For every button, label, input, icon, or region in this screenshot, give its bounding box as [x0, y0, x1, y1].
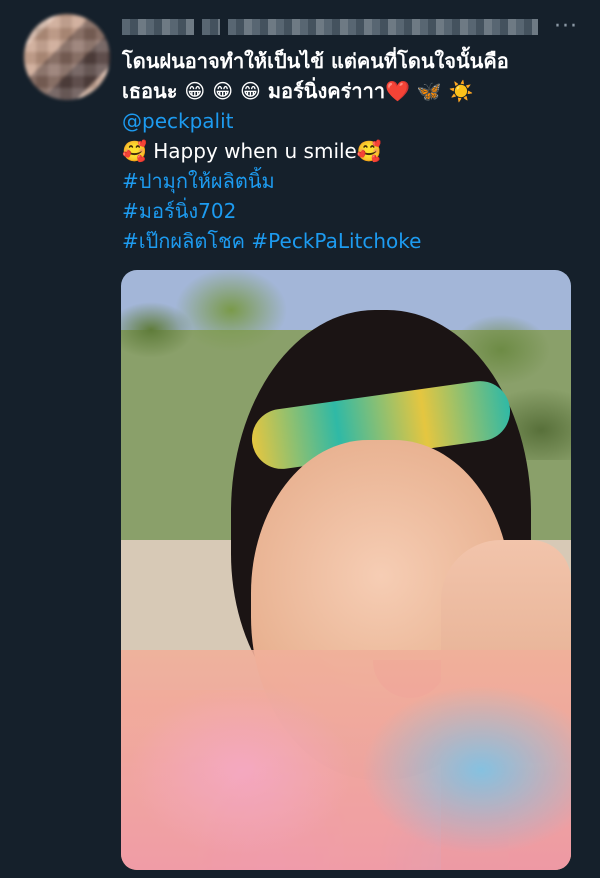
- tweet-line-2: เธอนะ 😁 😁 😁 มอร์นิ่งคร่าาา❤️ 🦋 ☀️: [122, 79, 474, 103]
- display-name[interactable]: [122, 19, 194, 35]
- hashtag-1[interactable]: #ปามุกให้ผลิตนิ้ม: [122, 166, 562, 196]
- username-date: [228, 19, 538, 35]
- avatar[interactable]: [24, 14, 110, 100]
- hashtag-2[interactable]: #มอร์นิ่ง702: [122, 196, 562, 226]
- hashtag-3[interactable]: #เป๊กผลิตโชค #PeckPaLitchoke: [122, 226, 562, 256]
- author-info: [122, 16, 538, 38]
- tweet-line-1: โดนฝนอาจทำให้เป็นไข้ แต่คนที่โดนใจนั้นคื…: [122, 49, 509, 73]
- happy-line: 🥰 Happy when u smile🥰: [122, 139, 382, 163]
- photo-shirt: [121, 650, 571, 870]
- verified-badge: [202, 19, 220, 35]
- more-options-icon[interactable]: ···: [554, 14, 578, 39]
- mention-link[interactable]: @peckpalit: [122, 106, 562, 136]
- tweet-photo[interactable]: [121, 270, 571, 870]
- tweet-text: โดนฝนอาจทำให้เป็นไข้ แต่คนที่โดนใจนั้นคื…: [122, 46, 562, 256]
